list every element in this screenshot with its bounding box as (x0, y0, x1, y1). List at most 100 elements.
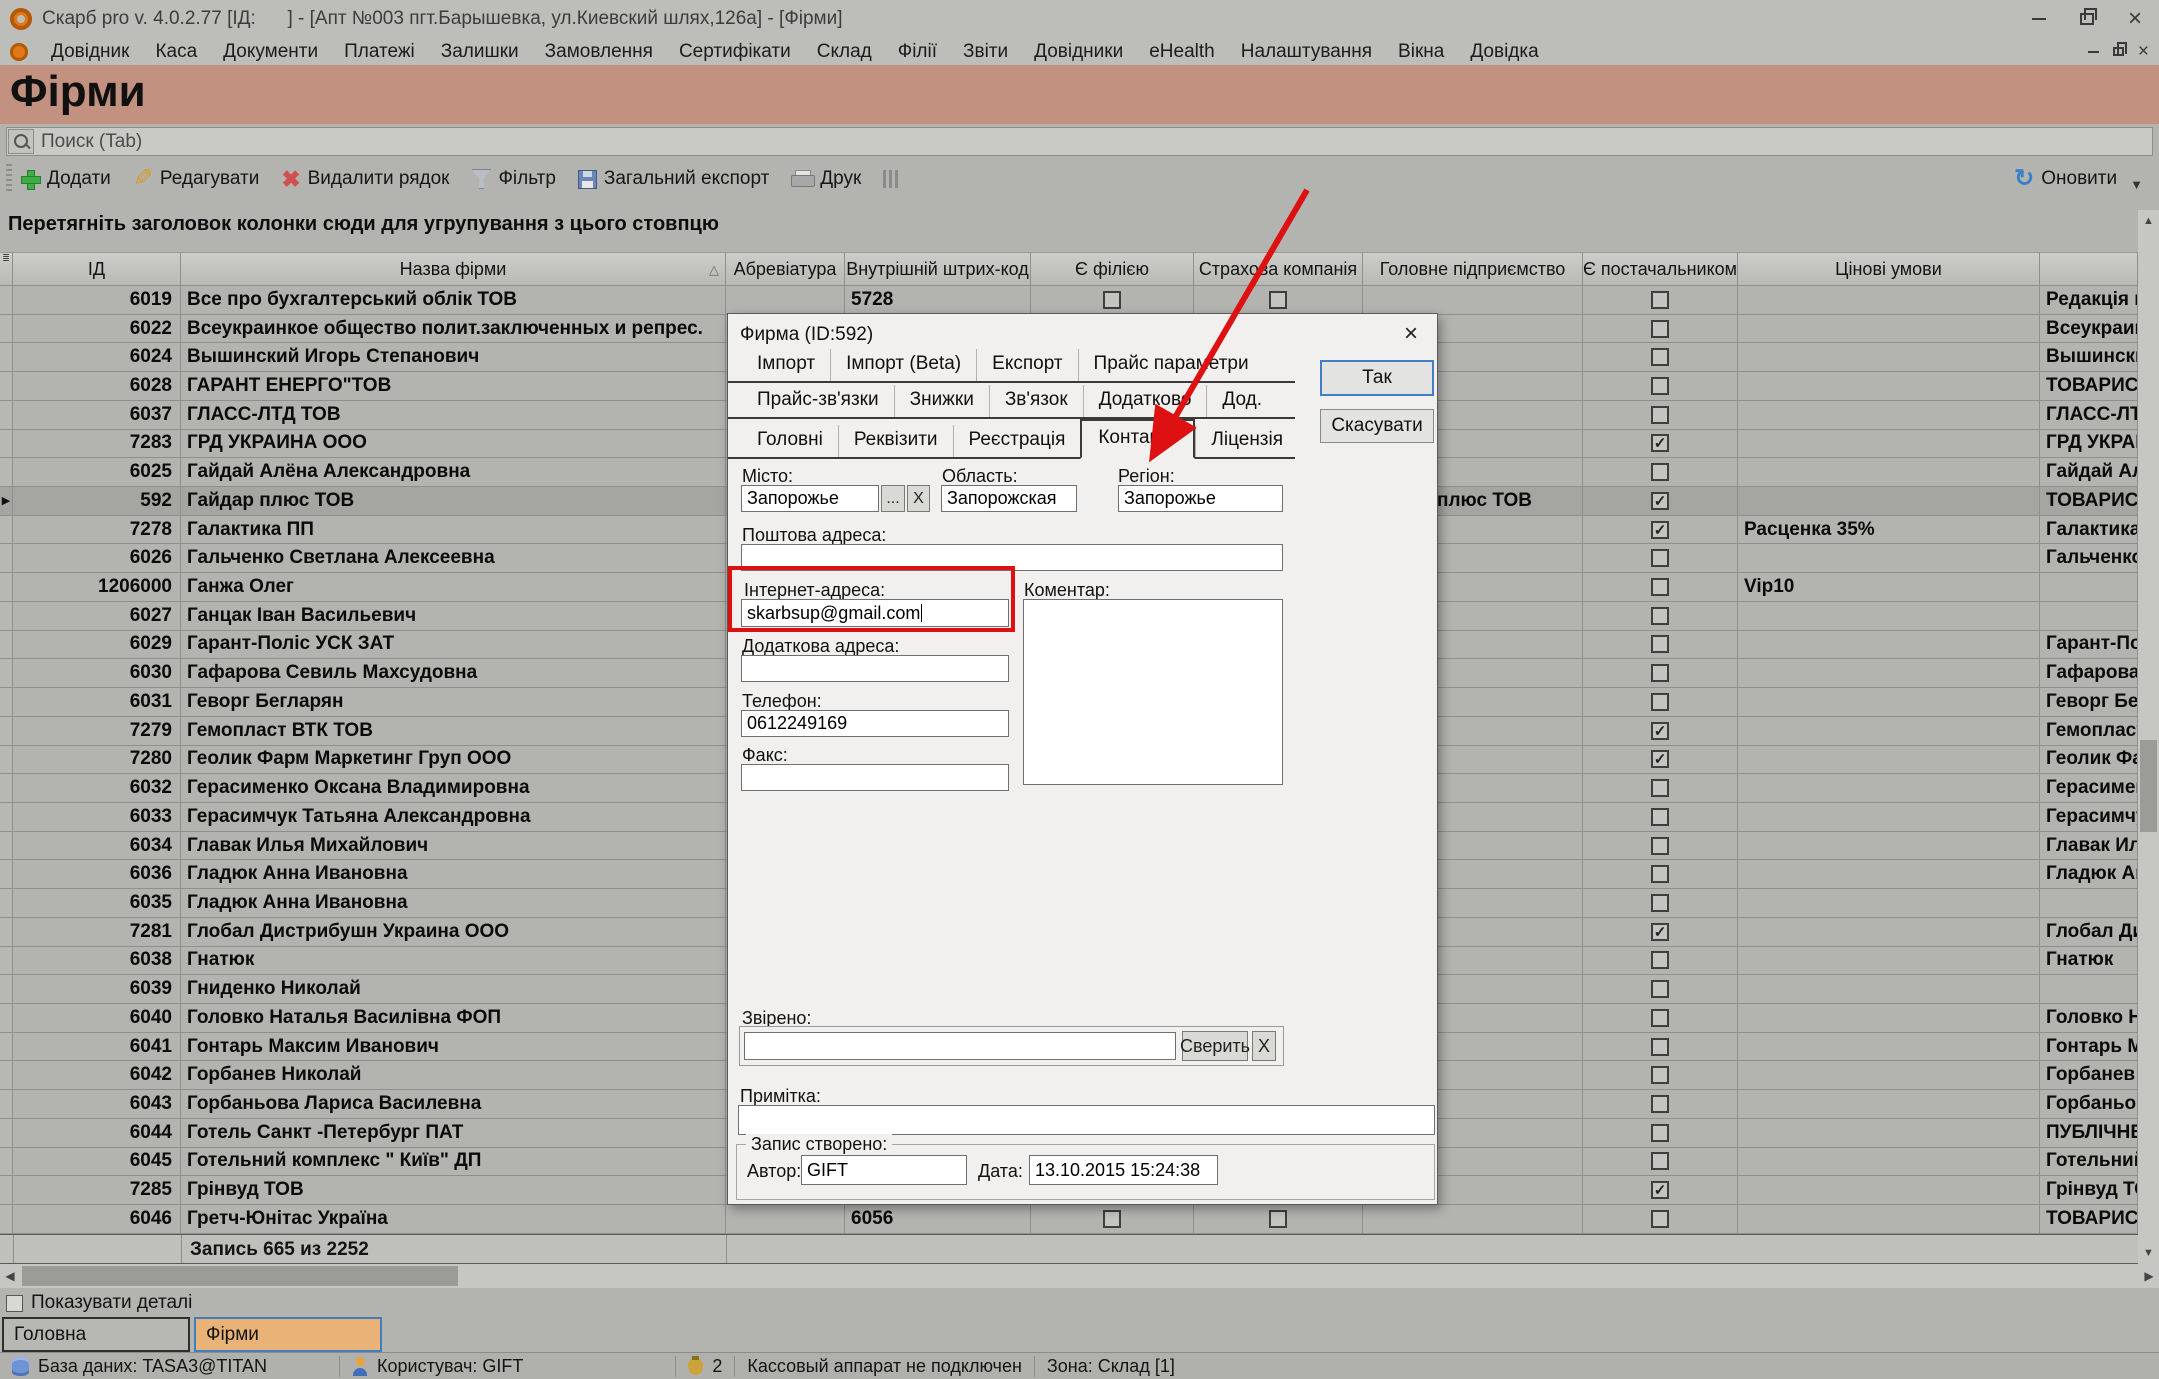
supplier-checkbox[interactable] (1651, 1066, 1669, 1084)
mdi-restore-button[interactable] (2113, 47, 2124, 56)
column-header-parent[interactable]: Головне підприємство (1363, 252, 1583, 286)
scroll-right-icon[interactable]: ▶ (2139, 1264, 2159, 1288)
table-row[interactable]: 6019Все про бухгалтерський облік ТОВ5728… (0, 286, 2138, 315)
menu-item-вікна[interactable]: Вікна (1385, 41, 1457, 63)
dialog-tab-прайс-зв-язки[interactable]: Прайс-зв'язки (742, 385, 894, 417)
supplier-checkbox[interactable] (1651, 951, 1669, 969)
supplier-checkbox[interactable] (1651, 837, 1669, 855)
columns-button[interactable] (883, 170, 900, 188)
supplier-checkbox[interactable] (1651, 607, 1669, 625)
menu-item-сертифікати[interactable]: Сертифікати (666, 41, 804, 63)
menu-item-залишки[interactable]: Залишки (428, 41, 532, 63)
date-field[interactable]: 13.10.2015 15:24:38 (1029, 1155, 1218, 1185)
column-header-price[interactable]: Цінові умови (1738, 252, 2040, 286)
menu-item-платежі[interactable]: Платежі (331, 41, 428, 63)
menu-item-ehealth[interactable]: eHealth (1136, 41, 1228, 63)
column-header-name[interactable]: Назва фірми△ (181, 252, 726, 286)
scroll-left-icon[interactable]: ◀ (0, 1264, 20, 1288)
verify-clear-button[interactable]: X (1252, 1031, 1276, 1061)
dialog-tab-зв-язок[interactable]: Зв'язок (989, 385, 1083, 417)
supplier-checkbox[interactable] (1651, 693, 1669, 711)
mdi-minimize-button[interactable] (2088, 51, 2099, 53)
supplier-checkbox[interactable]: ✓ (1651, 923, 1669, 941)
menu-item-звіти[interactable]: Звіти (950, 41, 1021, 63)
show-details-checkbox[interactable] (6, 1295, 23, 1312)
supplier-checkbox[interactable] (1651, 980, 1669, 998)
column-header-branch[interactable]: Є філією (1031, 252, 1194, 286)
city-clear-button[interactable]: X (907, 485, 930, 512)
table-row[interactable]: 6046Гретч-Юнітас Україна6056ТОВАРИСТВ (0, 1205, 2138, 1234)
bottom-tab-фірми[interactable]: Фірми (194, 1317, 382, 1352)
supplier-checkbox[interactable] (1651, 779, 1669, 797)
menu-item-склад[interactable]: Склад (804, 41, 885, 63)
dialog-tab-головні[interactable]: Головні (742, 425, 838, 457)
menu-item-замовлення[interactable]: Замовлення (532, 41, 666, 63)
branch-checkbox[interactable] (1103, 291, 1121, 309)
supplier-checkbox[interactable] (1651, 865, 1669, 883)
menu-item-довідка[interactable]: Довідка (1457, 41, 1551, 63)
column-header-supplier[interactable]: Є постачальником (1583, 252, 1738, 286)
dialog-tab-контакти[interactable]: Контакти (1080, 419, 1195, 459)
mdi-close-button[interactable]: × (2138, 41, 2149, 63)
supplier-checkbox[interactable] (1651, 1009, 1669, 1027)
column-header-insurance[interactable]: Страхова компанія (1194, 252, 1363, 286)
print-button[interactable]: Друк (791, 168, 861, 190)
comment-field[interactable] (1023, 599, 1283, 785)
dialog-tab-додатково[interactable]: Додатково (1083, 385, 1207, 417)
phone-field[interactable]: 0612249169 (741, 710, 1009, 737)
menu-item-документи[interactable]: Документи (210, 41, 331, 63)
dialog-tab-реєстрація[interactable]: Реєстрація (953, 425, 1081, 457)
supplier-checkbox[interactable]: ✓ (1651, 521, 1669, 539)
export-button[interactable]: Загальний експорт (578, 168, 769, 190)
ok-button[interactable]: Так (1320, 360, 1434, 396)
supplier-checkbox[interactable] (1651, 578, 1669, 596)
verified-field[interactable] (744, 1032, 1176, 1060)
chevron-down-icon[interactable]: ▼ (2130, 177, 2143, 192)
column-header-abbr[interactable]: Абревіатура (726, 252, 845, 286)
supplier-checkbox[interactable] (1651, 377, 1669, 395)
supplier-checkbox[interactable] (1651, 549, 1669, 567)
insurance-checkbox[interactable] (1269, 291, 1287, 309)
menu-item-налаштування[interactable]: Налаштування (1228, 41, 1385, 63)
close-button[interactable]: × (2111, 0, 2159, 38)
supplier-checkbox[interactable] (1651, 635, 1669, 653)
dialog-tab-прайс-параметри[interactable]: Прайс параметри (1078, 349, 1264, 381)
supplier-checkbox[interactable] (1651, 463, 1669, 481)
bottom-tab-головна[interactable]: Головна (2, 1317, 190, 1352)
supplier-checkbox[interactable] (1651, 291, 1669, 309)
branch-checkbox[interactable] (1103, 1210, 1121, 1228)
city-lookup-button[interactable]: ... (881, 485, 905, 512)
supplier-checkbox[interactable]: ✓ (1651, 492, 1669, 510)
add-button[interactable]: Додати (20, 168, 111, 190)
fax-field[interactable] (741, 764, 1009, 791)
vertical-scrollbar[interactable]: ▲ ▼ (2138, 210, 2159, 1264)
dialog-tab-ліцензія[interactable]: Ліцензія (1195, 425, 1298, 457)
supplier-checkbox[interactable] (1651, 1124, 1669, 1142)
minimize-button[interactable] (2015, 0, 2063, 38)
insurance-checkbox[interactable] (1269, 1210, 1287, 1228)
cancel-button[interactable]: Скасувати (1320, 409, 1434, 443)
column-header-barcode[interactable]: Внутрішній штрих-код (845, 252, 1031, 286)
refresh-button[interactable]: ↻ Оновити ▼ (2014, 158, 2143, 200)
column-header-id[interactable]: ІД (13, 252, 181, 286)
region-field[interactable]: Запорожье (1118, 485, 1283, 512)
search-input[interactable]: Поиск (Tab) (6, 127, 2153, 156)
filter-button[interactable]: Фільтр (471, 168, 555, 190)
supplier-checkbox[interactable] (1651, 664, 1669, 682)
delete-row-button[interactable]: ✖ Видалити рядок (281, 168, 449, 191)
show-details-toggle[interactable]: Показувати деталі (6, 1292, 192, 1314)
supplier-checkbox[interactable]: ✓ (1651, 1181, 1669, 1199)
verify-button[interactable]: Сверить (1182, 1031, 1248, 1061)
supplier-checkbox[interactable] (1651, 1210, 1669, 1228)
supplier-checkbox[interactable] (1651, 406, 1669, 424)
supplier-checkbox[interactable] (1651, 894, 1669, 912)
menu-item-довідник[interactable]: Довідник (38, 41, 142, 63)
horizontal-scrollbar[interactable]: ◀ ▶ (0, 1264, 2159, 1288)
oblast-field[interactable]: Запорожская (941, 485, 1077, 512)
menu-item-філії[interactable]: Філії (885, 41, 950, 63)
extra-address-field[interactable] (741, 655, 1009, 682)
dialog-tab-імпорт[interactable]: Імпорт (742, 349, 830, 381)
scroll-down-icon[interactable]: ▼ (2138, 1242, 2159, 1264)
note-field[interactable] (738, 1105, 1435, 1135)
vertical-scrollbar-thumb[interactable] (2140, 740, 2157, 832)
